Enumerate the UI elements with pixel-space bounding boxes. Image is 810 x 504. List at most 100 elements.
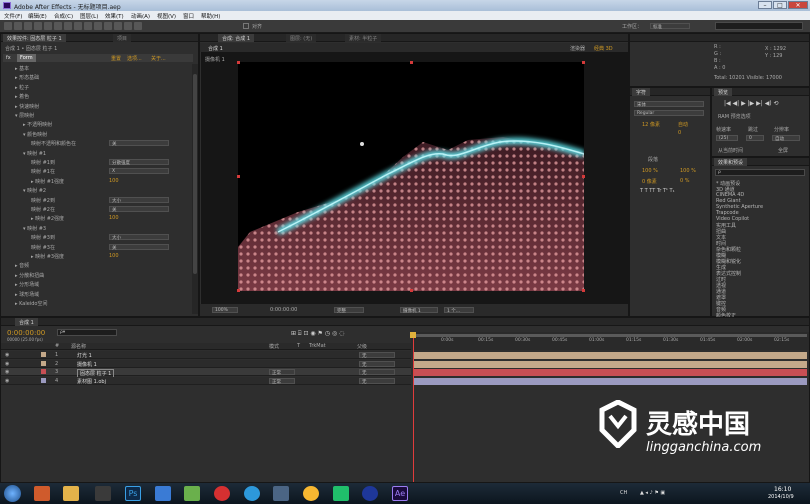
- fx-property-row[interactable]: ▸ 映射 #1强度 100: [1, 177, 191, 186]
- menu-effect[interactable]: 效果(T): [105, 12, 124, 20]
- leading-value[interactable]: 自动: [678, 121, 688, 128]
- skip-select[interactable]: 0: [746, 135, 764, 141]
- current-time-display[interactable]: 0:00:00:00: [270, 307, 297, 313]
- tab-effects-presets[interactable]: 效果和预设: [714, 158, 748, 166]
- workspace-select[interactable]: 标准: [650, 23, 690, 30]
- cti-head[interactable]: [410, 332, 416, 338]
- fx-property-value[interactable]: 100: [109, 178, 119, 184]
- baseline-shift-value[interactable]: 0 像素: [642, 178, 657, 185]
- tracking-value[interactable]: 0: [678, 130, 681, 136]
- font-style-select[interactable]: Regular: [634, 110, 704, 116]
- eraser-tool-icon[interactable]: [114, 22, 122, 30]
- rotate-tool-icon[interactable]: [34, 22, 42, 30]
- layer-parent-select[interactable]: 无: [359, 369, 395, 376]
- fx-property-dropdown[interactable]: 大小: [109, 196, 169, 204]
- taskbar-app2-icon[interactable]: [155, 486, 171, 501]
- fx-property-row[interactable]: ▸ 分形场域: [1, 280, 191, 289]
- tab-layer[interactable]: 图层: (无): [286, 34, 317, 42]
- comp-subtab[interactable]: 合成 1: [208, 45, 223, 52]
- taskbar-app-icon[interactable]: [34, 486, 50, 501]
- layer-label-color[interactable]: [41, 369, 46, 374]
- layer-label-color[interactable]: [41, 360, 46, 366]
- menu-layer[interactable]: 图层(L): [80, 12, 98, 20]
- text-tool-icon[interactable]: [84, 22, 92, 30]
- fx-options-link[interactable]: 选项...: [127, 55, 142, 62]
- visibility-eye-icon[interactable]: ◉: [5, 369, 9, 375]
- tsume-value[interactable]: 0 %: [680, 178, 690, 184]
- taskbar-browser-icon[interactable]: [244, 486, 260, 501]
- fx-about-link[interactable]: 关于...: [151, 55, 166, 62]
- menu-edit[interactable]: 编辑(E): [28, 12, 47, 20]
- menu-view[interactable]: 视图(V): [157, 12, 176, 20]
- puppet-tool-icon[interactable]: [134, 22, 142, 30]
- fx-property-value[interactable]: 100: [109, 215, 119, 221]
- selection-tool-icon[interactable]: [4, 22, 12, 30]
- current-time-indicator[interactable]: [413, 332, 414, 482]
- fx-property-value[interactable]: 100: [109, 253, 119, 259]
- clock-date[interactable]: 2014/10/9: [768, 494, 794, 500]
- comp-canvas[interactable]: [238, 62, 584, 291]
- font-family-select[interactable]: 宋体: [634, 101, 704, 108]
- layer-duration-bar[interactable]: [414, 352, 807, 359]
- layer-name[interactable]: 摄像机 1: [77, 361, 97, 368]
- start-button[interactable]: [4, 485, 21, 502]
- resolution-select-preview[interactable]: 自动: [772, 135, 800, 142]
- horizontal-scale-value[interactable]: 100 %: [680, 168, 696, 174]
- timeline-timecode[interactable]: 0:00:00:00: [7, 329, 45, 337]
- layer-label-color[interactable]: [41, 352, 46, 357]
- taskbar-app4-icon[interactable]: [273, 486, 289, 501]
- playback-controls[interactable]: |◀ ◀| ▶ |▶ ▶| ◀) ⟲: [724, 100, 779, 107]
- fps-select[interactable]: (25): [716, 135, 738, 141]
- layer-row[interactable]: ◉ 4 素材图 1.obj 正常 无: [1, 376, 411, 385]
- fx-property-row[interactable]: ▸ 不透明映射: [1, 120, 191, 129]
- fx-property-row[interactable]: ▸ 形态基础: [1, 73, 191, 82]
- fx-property-row[interactable]: ▾ 层映射: [1, 111, 191, 120]
- text-style-buttons[interactable]: T T TT Tr T¹ T₁: [640, 188, 675, 194]
- fx-property-dropdown[interactable]: 关: [109, 243, 169, 251]
- hand-tool-icon[interactable]: [14, 22, 22, 30]
- tab-character[interactable]: 字符: [632, 88, 651, 96]
- fx-property-row[interactable]: 映射 #1到 分散强度: [1, 158, 191, 167]
- visibility-eye-icon[interactable]: ◉: [5, 378, 9, 384]
- layer-parent-select[interactable]: 无: [359, 352, 395, 359]
- roto-tool-icon[interactable]: [124, 22, 132, 30]
- fx-property-row[interactable]: 映射 #3到 大小: [1, 233, 191, 242]
- layer-row[interactable]: ◉ 3 固态层 粒子 1 正常无: [1, 368, 411, 378]
- full-screen-checkbox[interactable]: 全屏: [778, 147, 788, 154]
- fx-property-row[interactable]: 映射 #2在 关: [1, 205, 191, 214]
- camera-tool-icon[interactable]: [44, 22, 52, 30]
- clone-tool-icon[interactable]: [104, 22, 112, 30]
- menu-window[interactable]: 窗口: [183, 12, 194, 20]
- fx-property-row[interactable]: ▾ 映射 #2: [1, 186, 191, 195]
- renderer-value[interactable]: 经典 3D: [594, 45, 613, 52]
- zoom-tool-icon[interactable]: [24, 22, 32, 30]
- camera-select[interactable]: 摄像机 1: [400, 307, 438, 314]
- tray-language[interactable]: CH: [620, 490, 627, 496]
- para-tab[interactable]: 段落: [648, 156, 658, 163]
- taskbar-app6-icon[interactable]: [333, 486, 349, 501]
- tab-preview[interactable]: 预览: [714, 88, 733, 96]
- zoom-select[interactable]: 100%: [212, 307, 238, 313]
- taskbar-photoshop-icon[interactable]: Ps: [125, 486, 141, 501]
- menu-animation[interactable]: 动画(A): [131, 12, 150, 20]
- panel-scrollbar[interactable]: [192, 64, 198, 314]
- clock-time[interactable]: 16:10: [774, 486, 791, 493]
- tab-effect-controls[interactable]: 效果控件: 固态层 粒子 1: [3, 34, 66, 42]
- fx-property-row[interactable]: ▸ 映射 #2强度 100: [1, 214, 191, 223]
- fx-property-row[interactable]: ▾ 映射 #1: [1, 149, 191, 158]
- font-size-value[interactable]: 12 像素: [642, 121, 660, 128]
- fx-property-row[interactable]: ▾ 映射 #3: [1, 224, 191, 233]
- visibility-eye-icon[interactable]: ◉: [5, 352, 9, 358]
- timeline-search-input[interactable]: ρ▾: [57, 329, 117, 336]
- timeline-switch-icons[interactable]: ⊞ ⌸ ⊡ ◉ ⚑ ◷ ◎ ◌: [291, 330, 344, 338]
- fx-property-row[interactable]: ▸ Kaleido空间: [1, 299, 191, 308]
- visibility-eye-icon[interactable]: ◉: [5, 361, 9, 367]
- taskbar-app5-icon[interactable]: [303, 486, 319, 501]
- minimize-button[interactable]: –: [758, 1, 772, 9]
- layer-label-color[interactable]: [41, 377, 46, 383]
- resolution-select[interactable]: 完整: [334, 307, 364, 314]
- fx-property-row[interactable]: 映射不透明和颜色在 关: [1, 139, 191, 148]
- pan-behind-tool-icon[interactable]: [54, 22, 62, 30]
- taskbar-qq-icon[interactable]: [95, 486, 111, 501]
- fx-property-dropdown[interactable]: 关: [109, 140, 169, 147]
